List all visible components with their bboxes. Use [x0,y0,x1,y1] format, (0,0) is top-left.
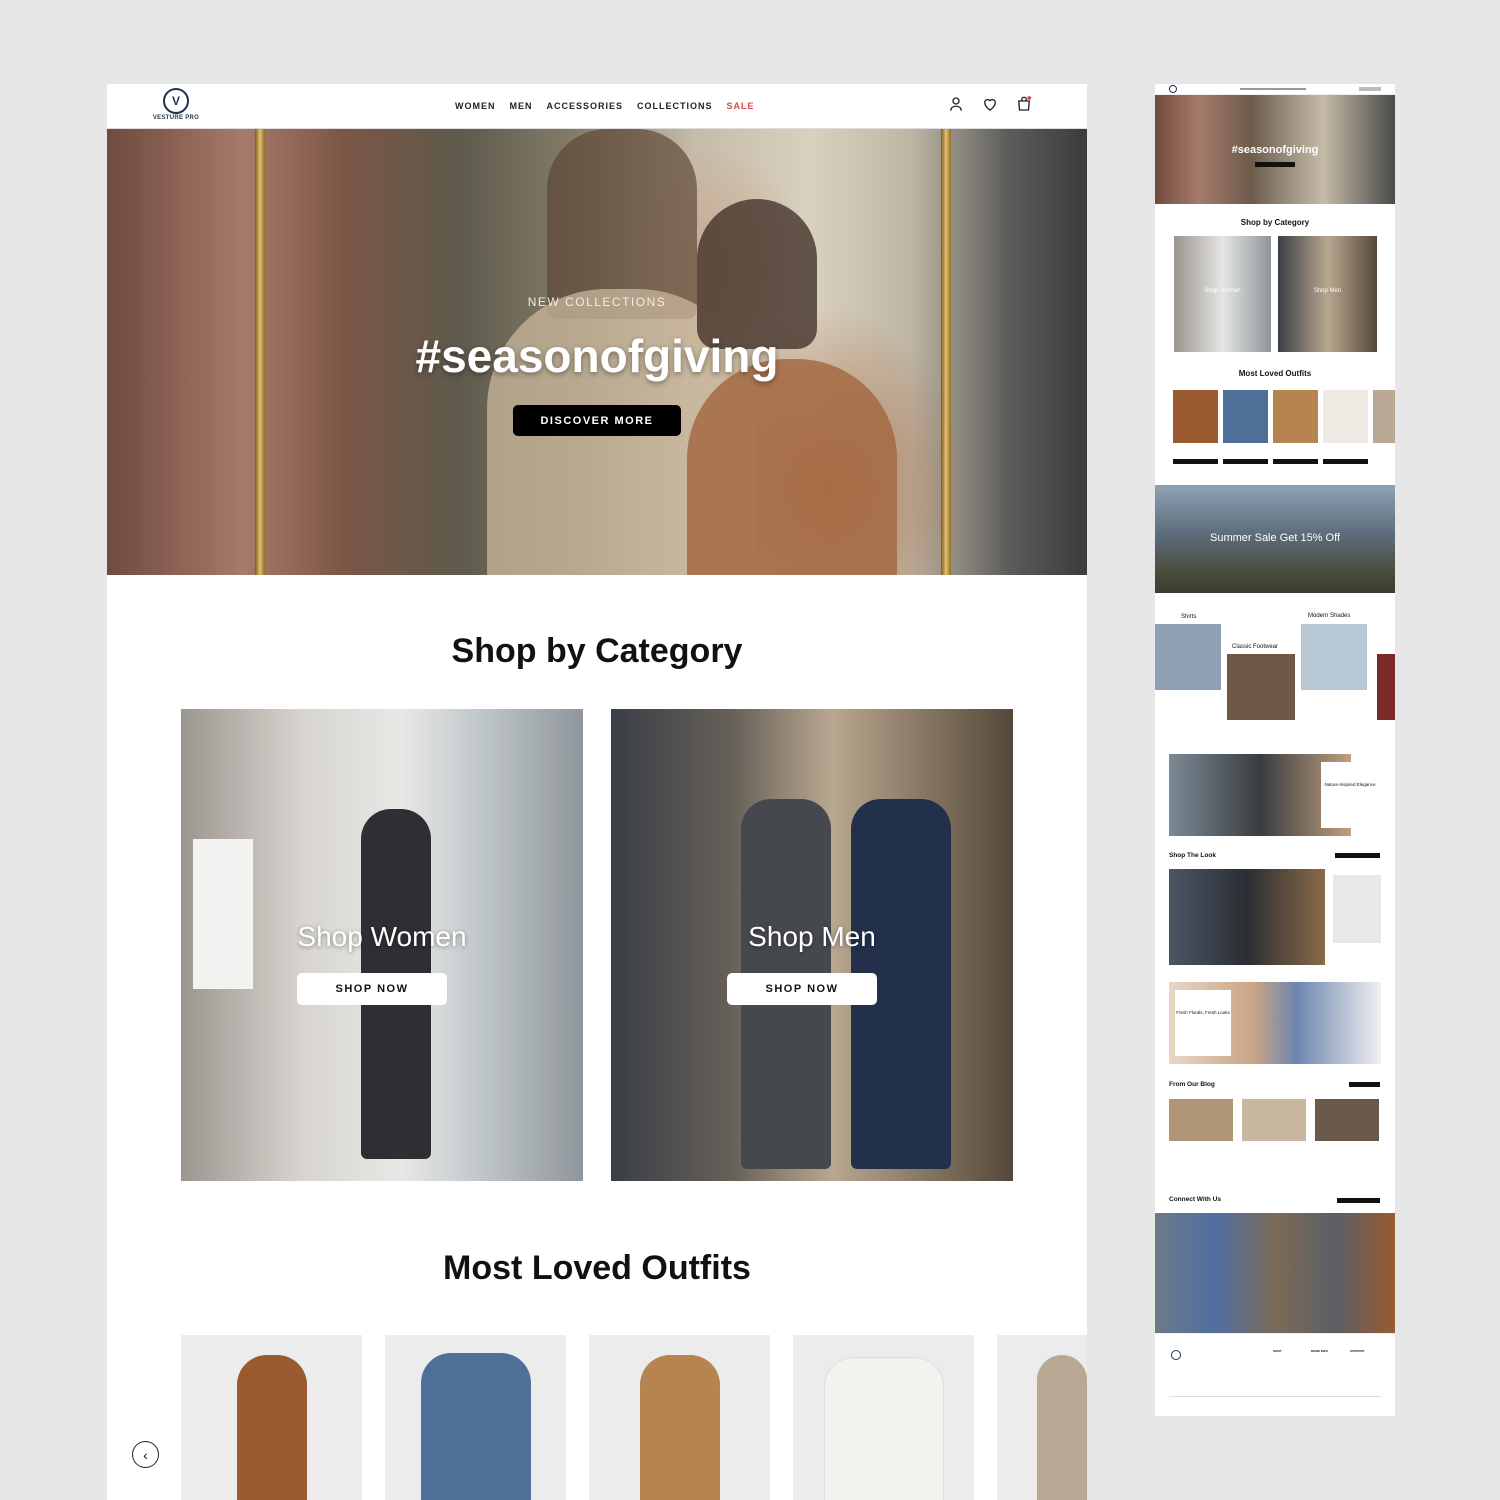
thumb-product[interactable] [1323,390,1368,443]
product-card[interactable] [589,1335,770,1500]
thumb-look-image [1169,869,1325,965]
thumb-footer-logo-icon [1171,1350,1181,1360]
brand-logo[interactable]: V VESTURE PRO [151,88,201,121]
shop-by-category-heading: Shop by Category [451,632,743,670]
women-wall-art [193,839,253,989]
most-loved-outfits-heading: Most Loved Outfits [443,1249,751,1287]
nav-item-women[interactable]: WOMEN [455,101,496,111]
thumb-cat-shirts: Shirts [1181,614,1197,620]
thumb-hero-title: #seasonofgiving [1231,144,1319,156]
desktop-page-mockup: V VESTURE PRO WOMEN MEN ACCESSORIES COLL… [107,84,1087,1500]
product-card[interactable] [385,1335,566,1500]
cart-icon[interactable] [1015,95,1033,113]
thumb-cat-footwear: Classic Footwear [1232,644,1279,650]
product-image-tan-blazer [639,1355,720,1500]
thumb-sale-title: Summer Sale Get 15% Off [1209,532,1341,544]
thumb-category-heading: Shop by Category [1240,218,1310,227]
hero-title: #seasonofgiving [415,330,779,382]
site-header: V VESTURE PRO WOMEN MEN ACCESSORIES COLL… [107,84,1087,129]
thumb-footer-divider [1169,1396,1381,1397]
product-image-lace-blouse [823,1357,944,1500]
category-card-men[interactable]: Shop Men SHOP NOW [611,709,1013,1181]
main-nav: WOMEN MEN ACCESSORIES COLLECTIONS SALE [455,101,755,111]
hero-subtitle: NEW COLLECTIONS [527,295,667,309]
discover-more-button[interactable]: DISCOVER MORE [513,405,681,436]
thumb-shop-men-label: Shop Men [1313,288,1342,294]
thumb-see-all-button[interactable] [1335,853,1380,858]
thumb-logo-icon [1169,85,1177,93]
thumb-instagram-grid [1155,1213,1395,1333]
thumb-category-women[interactable]: Shop Women [1174,236,1271,352]
thumb-cat-shades: Modern Shades [1308,613,1351,619]
thumb-footer-col: SUPPORT [1350,1349,1365,1353]
user-icon[interactable] [947,95,965,113]
thumb-blog-heading: From Our Blog [1169,1081,1215,1088]
header-actions [947,95,1033,113]
thumb-category-men[interactable]: Shop Men [1278,236,1377,352]
thumb-cat-shirts-image[interactable] [1155,624,1221,690]
shop-men-label: Shop Men [748,921,876,952]
nav-item-sale[interactable]: SALE [727,101,755,111]
logo-text: VESTURE PRO [152,115,200,121]
product-card[interactable] [793,1335,974,1500]
category-card-women[interactable]: Shop Women SHOP NOW [181,709,583,1181]
thumb-product[interactable] [1373,390,1395,443]
thumb-connect-heading: Connect With Us [1169,1196,1221,1203]
thumb-product-button[interactable] [1223,459,1268,464]
thumb-sale-banner: Summer Sale Get 15% Off [1155,485,1395,593]
thumb-look-product[interactable] [1333,875,1381,943]
thumb-florals-title: Fresh Florals, Fresh Looks [1176,1010,1230,1015]
shop-women-button[interactable]: SHOP NOW [297,973,447,1005]
thumb-cat-bags-image[interactable] [1377,654,1395,720]
thumb-footer-col: SHOP [1273,1349,1282,1353]
nav-item-accessories[interactable]: ACCESSORIES [547,101,624,111]
nav-item-collections[interactable]: COLLECTIONS [637,101,713,111]
thumb-footer-col: MORE INFO [1311,1349,1328,1353]
thumb-cat-shades-image[interactable] [1301,624,1367,690]
product-card[interactable] [181,1335,362,1500]
hero-model-woman [697,199,817,349]
thumb-header-icons [1359,87,1381,91]
thumb-product[interactable] [1173,390,1218,443]
thumb-most-loved-heading: Most Loved Outfits [1238,369,1312,378]
thumb-instagram-button[interactable] [1337,1198,1380,1203]
thumb-hero-button[interactable] [1255,162,1295,167]
thumb-blog-view-all[interactable] [1349,1082,1380,1087]
heart-icon[interactable] [981,95,999,113]
thumb-limited-card: Nature-Inspired Elegance [1321,762,1379,828]
product-image-denim-jacket [420,1353,531,1500]
thumb-cat-footwear-image[interactable] [1227,654,1295,720]
logo-shield-icon: V [163,88,189,114]
thumb-blog-image[interactable] [1242,1099,1306,1141]
product-image-dress [1037,1355,1087,1500]
nav-item-men[interactable]: MEN [510,101,533,111]
thumb-hero: #seasonofgiving [1155,95,1395,204]
thumb-product[interactable] [1273,390,1318,443]
thumb-limited-title: Nature-Inspired Elegance [1324,782,1376,787]
chevron-left-icon: ‹ [143,1446,148,1463]
carousel-prev-button[interactable]: ‹ [132,1441,159,1468]
hero-banner: NEW COLLECTIONS #seasonofgiving DISCOVER… [107,129,1087,575]
thumb-shop-women-label: Shop Women [1204,288,1241,294]
product-card[interactable] [997,1335,1087,1500]
thumb-header [1155,84,1395,95]
thumb-florals-card: Fresh Florals, Fresh Looks [1175,990,1231,1056]
thumb-product-button[interactable] [1323,459,1368,464]
shop-women-label: Shop Women [297,921,467,952]
hero-model-woman-top [687,359,897,575]
thumb-product-button[interactable] [1173,459,1218,464]
thumb-product-button[interactable] [1273,459,1318,464]
product-image-camel-coat [236,1355,307,1500]
thumb-nav [1240,88,1306,90]
thumb-blog-image[interactable] [1169,1099,1233,1141]
thumb-product[interactable] [1223,390,1268,443]
thumb-shop-the-look: Shop The Look [1169,852,1216,859]
thumb-blog-image[interactable] [1315,1099,1379,1141]
thumb-footer: SHOP MORE INFO SUPPORT [1155,1333,1395,1416]
fullpage-thumbnail: #seasonofgiving Shop by Category Shop Wo… [1155,84,1395,1416]
shop-men-button[interactable]: SHOP NOW [727,973,877,1005]
